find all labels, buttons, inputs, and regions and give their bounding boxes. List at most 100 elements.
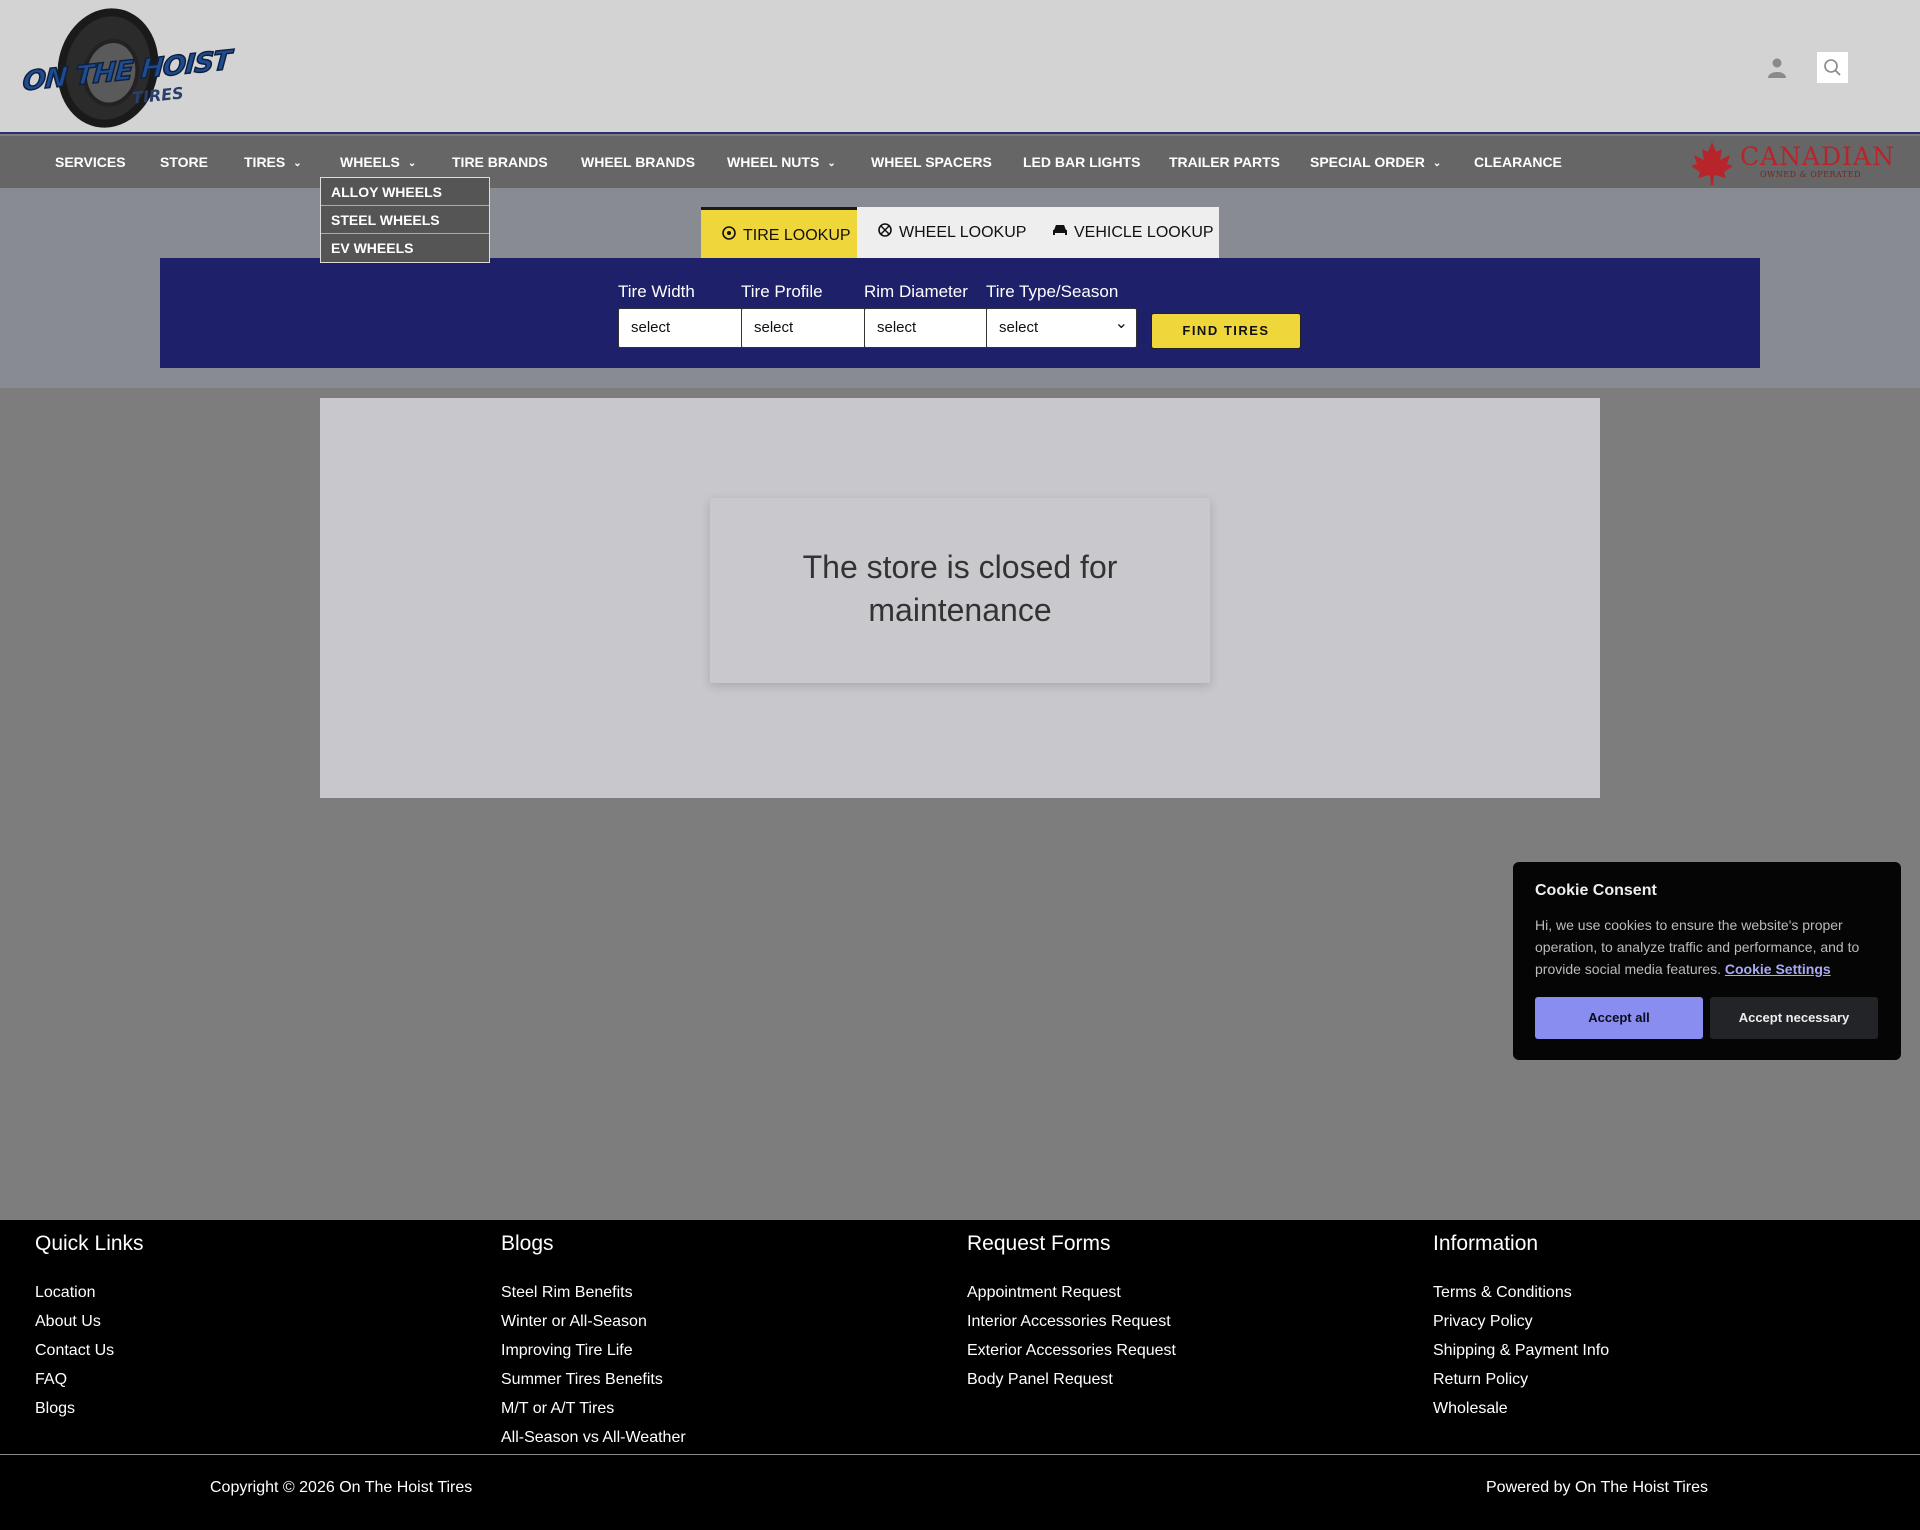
footer-heading: Information bbox=[1433, 1232, 1539, 1255]
search-icon bbox=[1824, 59, 1841, 76]
main-content: The store is closed for maintenance bbox=[320, 398, 1600, 798]
footer-link[interactable]: Location bbox=[35, 1278, 144, 1307]
tire-width-select[interactable]: select bbox=[618, 308, 744, 348]
tab-vehicle-lookup[interactable]: VEHICLE LOOKUP bbox=[1052, 207, 1214, 258]
nav-label: STORE bbox=[160, 154, 208, 170]
rim-diameter-select[interactable]: select bbox=[864, 308, 990, 348]
car-icon bbox=[1052, 207, 1068, 258]
logo-subtext: TIRES bbox=[131, 83, 185, 108]
footer-link[interactable]: M/T or A/T Tires bbox=[501, 1394, 686, 1423]
site-footer: Quick Links Location About Us Contact Us… bbox=[0, 1220, 1920, 1454]
nav-label: SPECIAL ORDER bbox=[1310, 154, 1425, 170]
footer-bottom-bar: Copyright © 2026 On The Hoist Tires Powe… bbox=[0, 1455, 1920, 1530]
store-closed-message: The store is closed for maintenance bbox=[710, 498, 1210, 683]
nav-label: WHEEL NUTS bbox=[727, 154, 820, 170]
nav-label: LED BAR LIGHTS bbox=[1023, 154, 1141, 170]
wheel-icon bbox=[877, 207, 893, 258]
nav-label: WHEEL BRANDS bbox=[581, 154, 696, 170]
footer-column-quick-links: Quick Links Location About Us Contact Us… bbox=[35, 1232, 144, 1423]
nav-label: TRAILER PARTS bbox=[1169, 154, 1280, 170]
footer-link[interactable]: Terms & Conditions bbox=[1433, 1278, 1609, 1307]
footer-link[interactable]: Winter or All-Season bbox=[501, 1307, 686, 1336]
nav-label: TIRES bbox=[244, 154, 286, 170]
footer-link[interactable]: Body Panel Request bbox=[967, 1365, 1176, 1394]
accept-all-button[interactable]: Accept all bbox=[1535, 997, 1703, 1039]
nav-item-clearance[interactable]: CLEARANCE bbox=[1474, 136, 1562, 188]
footer-link[interactable]: Interior Accessories Request bbox=[967, 1307, 1176, 1336]
menu-item-ev-wheels[interactable]: EV WHEELS bbox=[321, 234, 489, 262]
copyright-text: Copyright © 2026 On The Hoist Tires bbox=[210, 1479, 473, 1496]
footer-heading: Request Forms bbox=[967, 1232, 1111, 1255]
tab-label: VEHICLE LOOKUP bbox=[1074, 224, 1214, 241]
nav-item-trailer-parts[interactable]: TRAILER PARTS bbox=[1169, 136, 1280, 188]
tab-label: TIRE LOOKUP bbox=[743, 227, 851, 244]
maple-leaf-icon bbox=[1691, 142, 1733, 185]
site-logo[interactable]: ON THE HOIST TIRES bbox=[21, 0, 232, 138]
footer-column-request-forms: Request Forms Appointment Request Interi… bbox=[967, 1232, 1176, 1394]
nav-label: WHEELS bbox=[340, 154, 400, 170]
accept-necessary-button[interactable]: Accept necessary bbox=[1710, 997, 1878, 1039]
cookie-consent-dialog: Cookie Consent Hi, we use cookies to ens… bbox=[1513, 862, 1901, 1060]
tab-wheel-lookup[interactable]: WHEEL LOOKUP bbox=[877, 207, 1026, 258]
footer-link[interactable]: Summer Tires Benefits bbox=[501, 1365, 686, 1394]
footer-link[interactable]: Steel Rim Benefits bbox=[501, 1278, 686, 1307]
footer-heading: Quick Links bbox=[35, 1232, 144, 1255]
footer-link[interactable]: Improving Tire Life bbox=[501, 1336, 686, 1365]
tire-icon bbox=[721, 210, 737, 261]
footer-column-blogs: Blogs Steel Rim Benefits Winter or All-S… bbox=[501, 1232, 686, 1452]
footer-link[interactable]: Appointment Request bbox=[967, 1278, 1176, 1307]
cookie-text: Hi, we use cookies to ensure the website… bbox=[1535, 914, 1879, 980]
cookie-title: Cookie Consent bbox=[1535, 882, 1657, 899]
nav-label: SERVICES bbox=[55, 154, 126, 170]
nav-label: TIRE BRANDS bbox=[452, 154, 548, 170]
footer-link[interactable]: About Us bbox=[35, 1307, 144, 1336]
nav-item-wheel-brands[interactable]: WHEEL BRANDS bbox=[581, 136, 695, 188]
field-label-tire-type: Tire Type/Season bbox=[986, 282, 1119, 301]
tire-search-panel: Tire Width Tire Profile Rim Diameter Tir… bbox=[160, 258, 1760, 368]
lookup-tabs: TIRE LOOKUP WHEEL LOOKUP VEHICLE LOOKUP bbox=[701, 207, 1219, 258]
tire-type-select[interactable]: select bbox=[986, 305, 1137, 348]
canadian-badge: CANADIAN OWNED & OPERATED bbox=[1690, 140, 1894, 186]
find-tires-button[interactable]: FIND TIRES bbox=[1151, 313, 1301, 349]
footer-column-information: Information Terms & Conditions Privacy P… bbox=[1433, 1232, 1609, 1423]
search-button[interactable] bbox=[1817, 52, 1848, 83]
nav-item-wheel-nuts[interactable]: WHEEL NUTS ⌄ bbox=[727, 136, 836, 188]
nav-item-led-bar-lights[interactable]: LED BAR LIGHTS bbox=[1023, 136, 1140, 188]
nav-item-store[interactable]: STORE bbox=[160, 136, 208, 188]
nav-label: WHEEL SPACERS bbox=[871, 154, 992, 170]
maintenance-text: The store is closed for maintenance bbox=[802, 549, 1118, 628]
field-label-rim-diameter: Rim Diameter bbox=[864, 282, 968, 301]
footer-link[interactable]: Blogs bbox=[35, 1394, 144, 1423]
footer-link[interactable]: FAQ bbox=[35, 1365, 144, 1394]
tire-profile-select[interactable]: select bbox=[741, 308, 867, 348]
chevron-down-icon: ⌄ bbox=[293, 158, 302, 169]
nav-item-special-order[interactable]: SPECIAL ORDER ⌄ bbox=[1310, 136, 1441, 188]
menu-item-alloy-wheels[interactable]: ALLOY WHEELS bbox=[321, 178, 489, 206]
field-label-tire-width: Tire Width bbox=[618, 282, 695, 301]
nav-label: CLEARANCE bbox=[1474, 154, 1562, 170]
chevron-down-icon: ⌄ bbox=[1432, 158, 1442, 169]
footer-link[interactable]: Return Policy bbox=[1433, 1365, 1609, 1394]
footer-link[interactable]: Privacy Policy bbox=[1433, 1307, 1609, 1336]
menu-item-steel-wheels[interactable]: STEEL WHEELS bbox=[321, 206, 489, 234]
nav-item-services[interactable]: SERVICES bbox=[55, 136, 126, 188]
nav-item-tires[interactable]: TIRES ⌄ bbox=[244, 136, 302, 188]
footer-link[interactable]: Shipping & Payment Info bbox=[1433, 1336, 1609, 1365]
user-icon[interactable] bbox=[1765, 56, 1789, 80]
footer-link[interactable]: Contact Us bbox=[35, 1336, 144, 1365]
footer-link[interactable]: Wholesale bbox=[1433, 1394, 1609, 1423]
footer-link[interactable]: Exterior Accessories Request bbox=[967, 1336, 1176, 1365]
canadian-text: CANADIAN bbox=[1740, 142, 1895, 171]
footer-heading: Blogs bbox=[501, 1232, 554, 1255]
footer-link[interactable]: All-Season vs All-Weather bbox=[501, 1423, 686, 1452]
field-label-tire-profile: Tire Profile bbox=[741, 282, 823, 301]
chevron-down-icon: ⌄ bbox=[827, 158, 836, 169]
tab-label: WHEEL LOOKUP bbox=[899, 224, 1027, 241]
tab-tire-lookup[interactable]: TIRE LOOKUP bbox=[701, 207, 857, 258]
cookie-settings-link[interactable]: Cookie Settings bbox=[1725, 961, 1831, 977]
wheels-dropdown-menu: ALLOY WHEELS STEEL WHEELS EV WHEELS bbox=[320, 177, 490, 263]
nav-item-wheel-spacers[interactable]: WHEEL SPACERS bbox=[871, 136, 992, 188]
main-nav: SERVICES STORE TIRES ⌄ WHEELS ⌄ TIRE BRAND… bbox=[0, 136, 1920, 188]
canadian-subtext: OWNED & OPERATED bbox=[1760, 170, 1861, 179]
powered-by-text: Powered by On The Hoist Tires bbox=[1486, 1479, 1709, 1496]
